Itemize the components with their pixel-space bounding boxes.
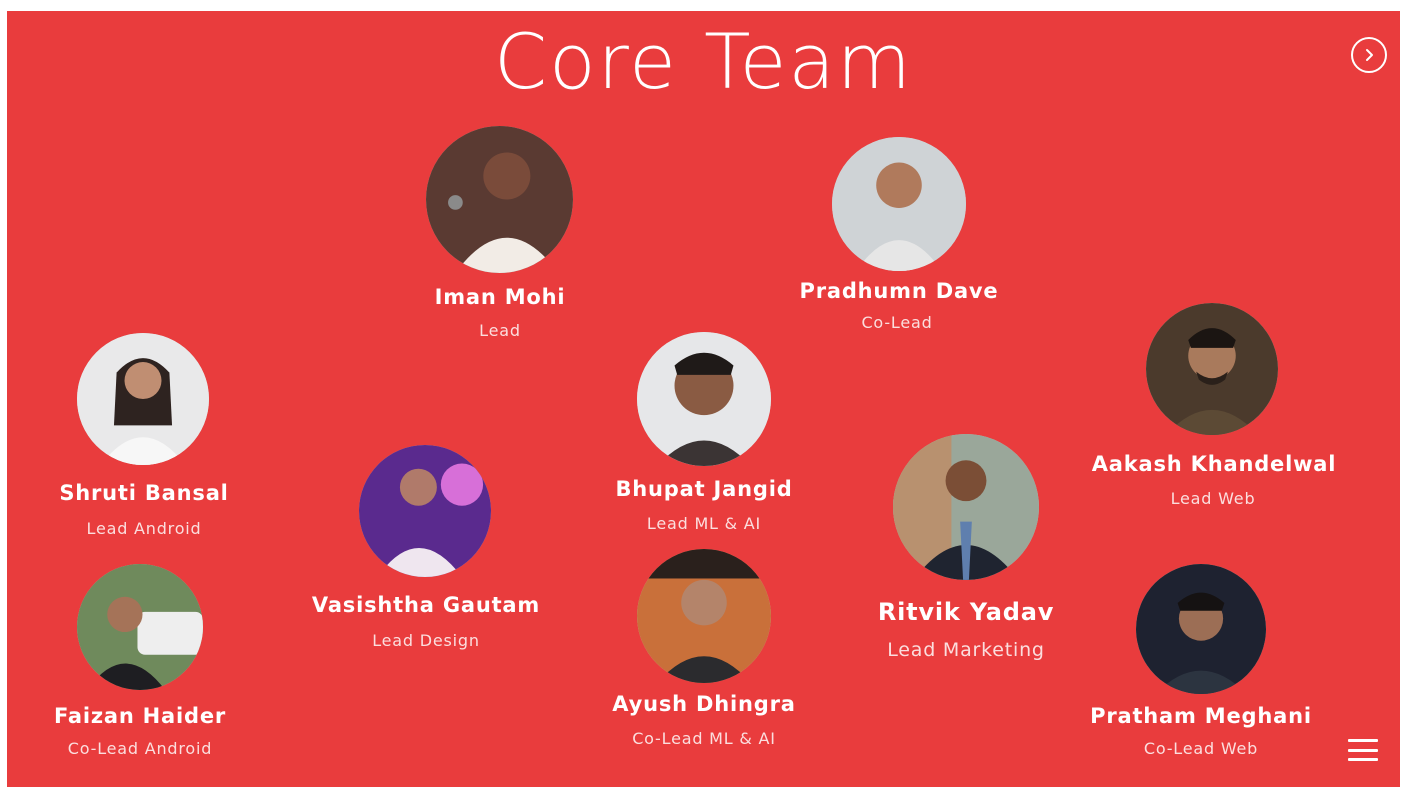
avatar [637, 549, 771, 683]
member-name: Vasishtha Gautam [311, 593, 541, 617]
member-role: Lead ML & AI [646, 514, 762, 533]
slide-title: Core Team [494, 17, 913, 106]
member-role: Co-Lead ML & AI [632, 729, 776, 748]
avatar [1146, 303, 1278, 435]
avatar [893, 434, 1039, 580]
member-role: Lead Android [86, 519, 202, 538]
member-name: Ritvik Yadav [877, 598, 1055, 626]
avatar [1136, 564, 1266, 694]
member-role: Co-Lead Android [67, 739, 213, 758]
member-role: Lead Design [372, 631, 480, 650]
member-name: Ayush Dhingra [612, 692, 796, 716]
member-name: Faizan Haider [53, 704, 227, 728]
avatar [77, 564, 203, 690]
avatar [359, 445, 491, 577]
member-name: Shruti Bansal [59, 481, 229, 505]
avatar [637, 332, 771, 466]
member-role: Co-Lead Web [1143, 739, 1259, 758]
member-name: Pratham Meghani [1090, 704, 1312, 728]
menu-button[interactable] [1348, 739, 1378, 761]
member-name: Pradhumn Dave [799, 279, 999, 303]
avatar [832, 137, 966, 271]
member-role: Lead Web [1170, 489, 1256, 508]
member-name: Aakash Khandelwal [1091, 452, 1337, 476]
chevron-right-icon [1366, 49, 1373, 61]
member-name: Bhupat Jangid [615, 477, 793, 501]
member-role: Co-Lead [861, 313, 933, 332]
hamburger-menu-icon [1348, 739, 1378, 742]
member-role: Lead Marketing [887, 639, 1045, 661]
avatar [77, 333, 209, 465]
avatar [426, 126, 573, 273]
next-slide-button[interactable] [1351, 37, 1387, 73]
member-role: Lead [479, 321, 521, 340]
member-name: Iman Mohi [434, 285, 566, 309]
core-team-slide: Core Team Iman Mohi Lead Pradhumn Dave C… [7, 11, 1400, 787]
